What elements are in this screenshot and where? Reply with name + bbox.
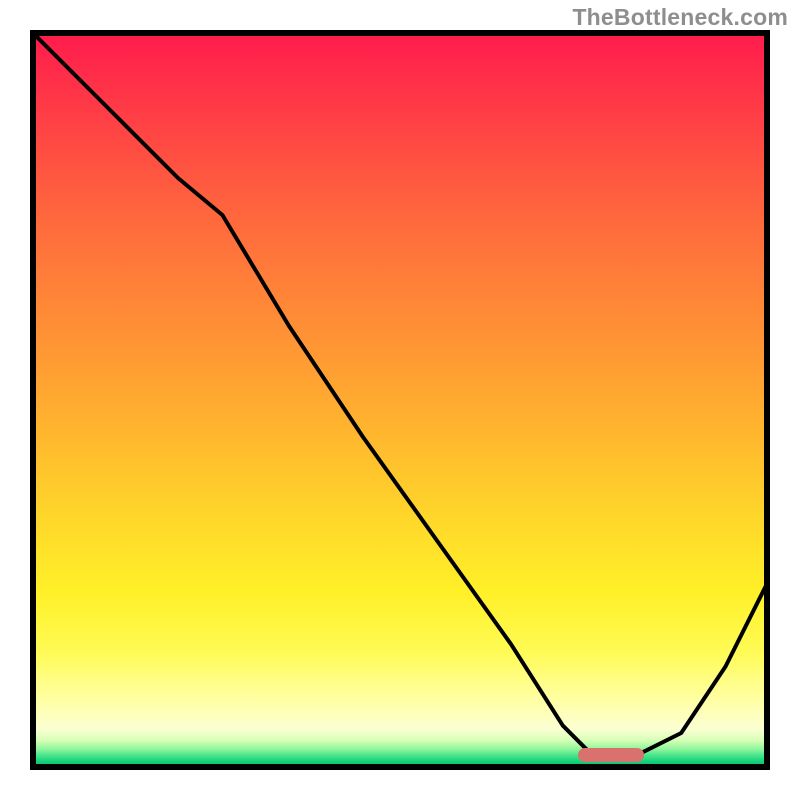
plot-area bbox=[30, 30, 770, 770]
chart-frame: TheBottleneck.com bbox=[0, 0, 800, 800]
optimal-range-marker bbox=[578, 748, 645, 762]
watermark-text: TheBottleneck.com bbox=[572, 4, 788, 31]
heat-gradient-background bbox=[30, 30, 770, 770]
